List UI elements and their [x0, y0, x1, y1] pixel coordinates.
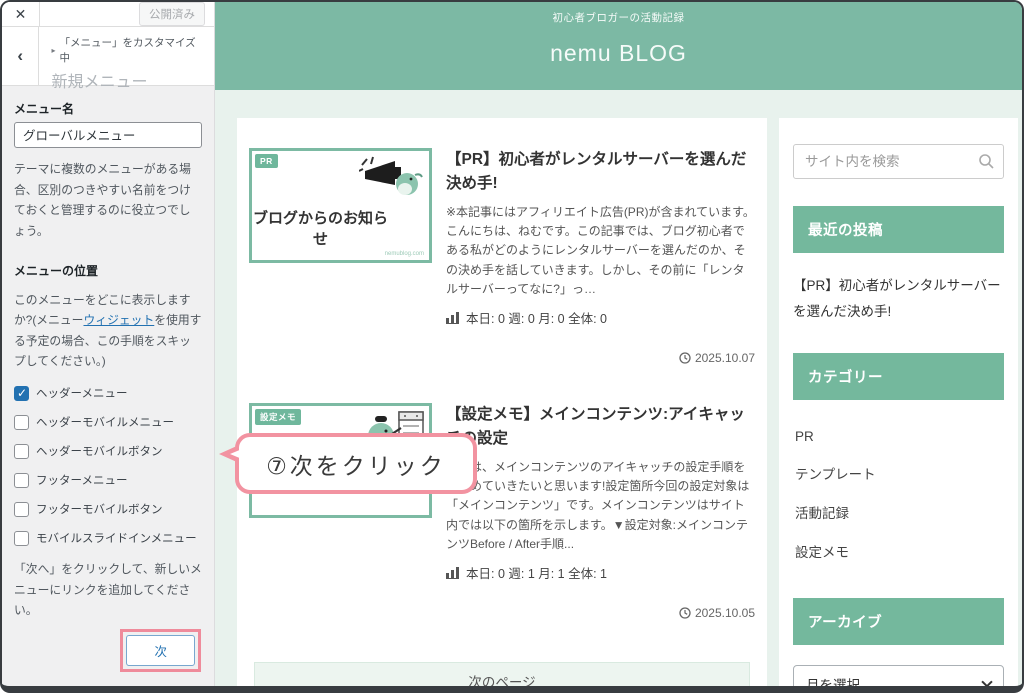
post-list: PR ブログからのお知らせ n [237, 118, 767, 693]
location-label: ヘッダーモバイルメニュー [36, 414, 174, 430]
checkbox-icon[interactable] [14, 531, 29, 546]
categories-heading: カテゴリー [793, 353, 1004, 400]
next-button-row: 次 [14, 629, 202, 672]
category-badge: 設定メモ [255, 409, 301, 425]
menu-location-label: メニューの位置 [14, 262, 202, 279]
checkbox-icon[interactable] [14, 444, 29, 459]
next-button[interactable]: 次 [126, 635, 195, 666]
location-label: フッターモバイルボタン [36, 501, 163, 517]
post-date: 2025.10.07 [446, 351, 755, 365]
widget-link[interactable]: ウィジェット [83, 313, 154, 327]
chevron-down-icon [981, 676, 992, 687]
post-date-text: 2025.10.07 [695, 351, 755, 365]
search-box [793, 144, 1004, 179]
checkbox-checked-icon[interactable] [14, 386, 29, 401]
location-option-header-mobile-menu[interactable]: ヘッダーモバイルメニュー [14, 414, 202, 430]
site-preview: 初心者ブロガーの活動記録 nemu BLOG PR [215, 2, 1022, 686]
location-label: ヘッダーメニュー [36, 385, 128, 401]
clock-icon [679, 607, 691, 619]
panel-body: メニュー名 テーマに複数のメニューがある場合、区別のつきやすい名前をつけておくと… [2, 86, 214, 686]
breadcrumb-text: 「メニュー」をカスタマイズ中 [60, 35, 205, 65]
megaphone-illustration [359, 155, 425, 201]
post-excerpt: 今回は、メインコンテンツのアイキャッチの設定手順をまとめていきたいと思います!設… [446, 458, 755, 554]
post-date-text: 2025.10.05 [695, 606, 755, 620]
post-stats: 本日: 0 週: 1 月: 1 全体: 1 [446, 563, 755, 582]
location-label: ヘッダーモバイルボタン [36, 443, 163, 459]
archive-month-select[interactable]: 月を選択 [793, 665, 1004, 693]
location-option-footer-mobile-button[interactable]: フッターモバイルボタン [14, 501, 202, 517]
published-button[interactable]: 公開済み [139, 2, 205, 26]
clock-icon [679, 352, 691, 364]
checkbox-icon[interactable] [14, 473, 29, 488]
location-label: モバイルスライドインメニュー [36, 530, 197, 546]
bar-chart-icon [446, 566, 460, 579]
menu-location-list: ヘッダーメニュー ヘッダーモバイルメニュー ヘッダーモバイルボタン フッターメニ… [14, 385, 202, 546]
category-item-settings-memo[interactable]: 設定メモ [793, 532, 1004, 571]
category-item-template[interactable]: テンプレート [793, 454, 1004, 493]
blog-sidebar: 最近の投稿 【PR】初心者がレンタルサーバーを選んだ決め手! カテゴリー PR … [779, 118, 1018, 693]
thumbnail-watermark: nemublog.com [385, 251, 424, 257]
checkbox-icon[interactable] [14, 502, 29, 517]
location-option-footer-menu[interactable]: フッターメニュー [14, 472, 202, 488]
breadcrumb-marker-icon: ▸ [51, 46, 55, 55]
location-option-header-mobile-button[interactable]: ヘッダーモバイルボタン [14, 443, 202, 459]
bar-chart-icon [446, 311, 460, 324]
menu-location-help: このメニューをどこに表示しますか?(メニューウィジェットを使用する予定の場合、こ… [14, 290, 202, 373]
thumbnail-title: ブログからのお知らせ [252, 207, 389, 249]
close-icon: ✕ [15, 6, 27, 23]
next-page-button[interactable]: 次のページ [254, 662, 750, 693]
recent-post-link[interactable]: 【PR】初心者がレンタルサーバーを選んだ決め手! [793, 273, 1004, 326]
checkbox-icon[interactable] [14, 415, 29, 430]
archive-select-value: 月を選択 [806, 674, 860, 693]
annotation-callout: ⑦次をクリック [235, 433, 477, 494]
post-date: 2025.10.05 [446, 606, 755, 620]
post-stats-text: 本日: 0 週: 1 月: 1 全体: 1 [466, 563, 607, 582]
screenshot-window: ✕ 公開済み ‹ ▸ 「メニュー」をカスタマイズ中 新規メニュー メニュー名 テ… [0, 0, 1024, 693]
back-chevron-icon: ‹ [17, 46, 23, 66]
close-button[interactable]: ✕ [2, 2, 40, 26]
search-input[interactable] [793, 144, 1004, 179]
recent-posts-heading: 最近の投稿 [793, 206, 1004, 253]
customizer-sidebar: ✕ 公開済み ‹ ▸ 「メニュー」をカスタマイズ中 新規メニュー メニュー名 テ… [2, 2, 215, 686]
archive-heading: アーカイブ [793, 598, 1004, 645]
location-option-header-menu[interactable]: ヘッダーメニュー [14, 385, 202, 401]
category-item-activity[interactable]: 活動記録 [793, 493, 1004, 532]
panel-header: ‹ ▸ 「メニュー」をカスタマイズ中 新規メニュー [2, 27, 214, 86]
category-badge: PR [255, 154, 278, 168]
post-title[interactable]: 【PR】初心者がレンタルサーバーを選んだ決め手! [446, 148, 755, 196]
page-body: PR ブログからのお知らせ n [215, 90, 1022, 693]
menu-name-label: メニュー名 [14, 100, 202, 117]
breadcrumb: ▸ 「メニュー」をカスタマイズ中 [51, 35, 204, 65]
menu-name-help: テーマに複数のメニューがある場合、区別のつきやすい名前をつけておくと管理するのに… [14, 159, 202, 242]
post-thumbnail[interactable]: PR ブログからのお知らせ n [249, 148, 432, 263]
category-list: PR テンプレート 活動記録 設定メモ [793, 420, 1004, 571]
next-help-text: 「次へ」をクリックして、新しいメニューにリンクを追加してください。 [14, 559, 202, 621]
search-icon[interactable] [978, 153, 994, 169]
site-title[interactable]: nemu BLOG [215, 40, 1022, 67]
location-option-mobile-slidein-menu[interactable]: モバイルスライドインメニュー [14, 530, 202, 546]
annotation-text: ⑦次をクリック [266, 447, 446, 481]
post-card-1[interactable]: PR ブログからのお知らせ n [249, 148, 755, 365]
location-label: フッターメニュー [36, 472, 128, 488]
post-excerpt: ※本記事にはアフィリエイト広告(PR)が含まれています。こんにちは、ねむです。こ… [446, 203, 755, 299]
annotation-highlight-box: 次 [120, 629, 201, 672]
category-item-pr[interactable]: PR [793, 420, 1004, 454]
customizer-topbar: ✕ 公開済み [2, 2, 214, 27]
post-stats-text: 本日: 0 週: 0 月: 0 全体: 0 [466, 308, 607, 327]
site-header: 初心者ブロガーの活動記録 nemu BLOG [215, 2, 1022, 90]
back-button[interactable]: ‹ [2, 27, 39, 85]
site-tagline: 初心者ブロガーの活動記録 [215, 2, 1022, 25]
post-stats: 本日: 0 週: 0 月: 0 全体: 0 [446, 308, 755, 327]
post-title[interactable]: 【設定メモ】メインコンテンツ:アイキャッチの設定 [446, 403, 755, 451]
menu-name-input[interactable] [14, 122, 202, 148]
